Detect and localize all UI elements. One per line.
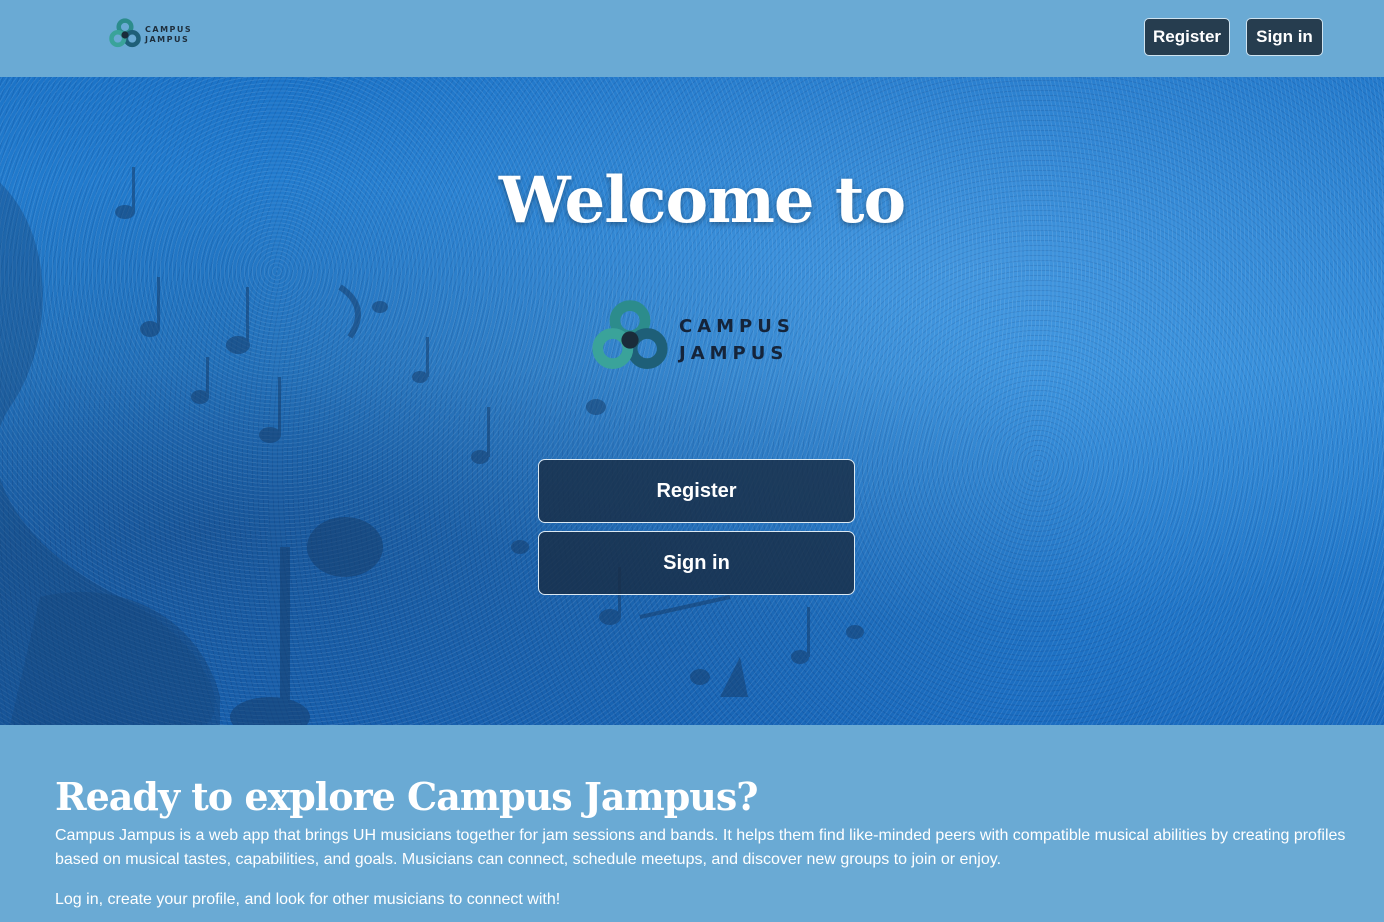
hero-section: Welcome to CAMPUS JAMPUS Register Sign i…	[0, 77, 1384, 725]
about-description: Campus Jampus is a web app that brings U…	[55, 827, 1346, 868]
nav-logo[interactable]: CAMPUS JAMPUS	[107, 17, 192, 53]
logo-line-2: JAMPUS	[145, 35, 190, 44]
campus-jampus-logo-icon	[592, 300, 668, 370]
nav-register-button[interactable]: Register	[1144, 18, 1230, 56]
hero-signin-button[interactable]: Sign in	[538, 531, 855, 595]
about-heading: Ready to explore Campus Jampus?	[55, 774, 759, 819]
nav-signin-button[interactable]: Sign in	[1246, 18, 1323, 56]
hero-logo-line-1: CAMPUS	[679, 316, 795, 337]
logo-line-1: CAMPUS	[145, 25, 193, 34]
about-call-to-action: Log in, create your profile, and look fo…	[55, 891, 561, 908]
navbar: CAMPUS JAMPUS Register Sign in	[0, 0, 1384, 77]
campus-jampus-logo-icon	[109, 18, 141, 48]
hero-register-button[interactable]: Register	[538, 459, 855, 523]
about-section: Ready to explore Campus Jampus? Campus J…	[55, 725, 1355, 912]
hero-logo: CAMPUS JAMPUS	[587, 295, 795, 385]
hero-logo-wordmark: CAMPUS JAMPUS	[679, 313, 795, 367]
welcome-heading: Welcome to	[498, 163, 906, 238]
logo-wordmark: CAMPUS JAMPUS	[145, 25, 192, 45]
hero-logo-line-2: JAMPUS	[679, 343, 789, 364]
